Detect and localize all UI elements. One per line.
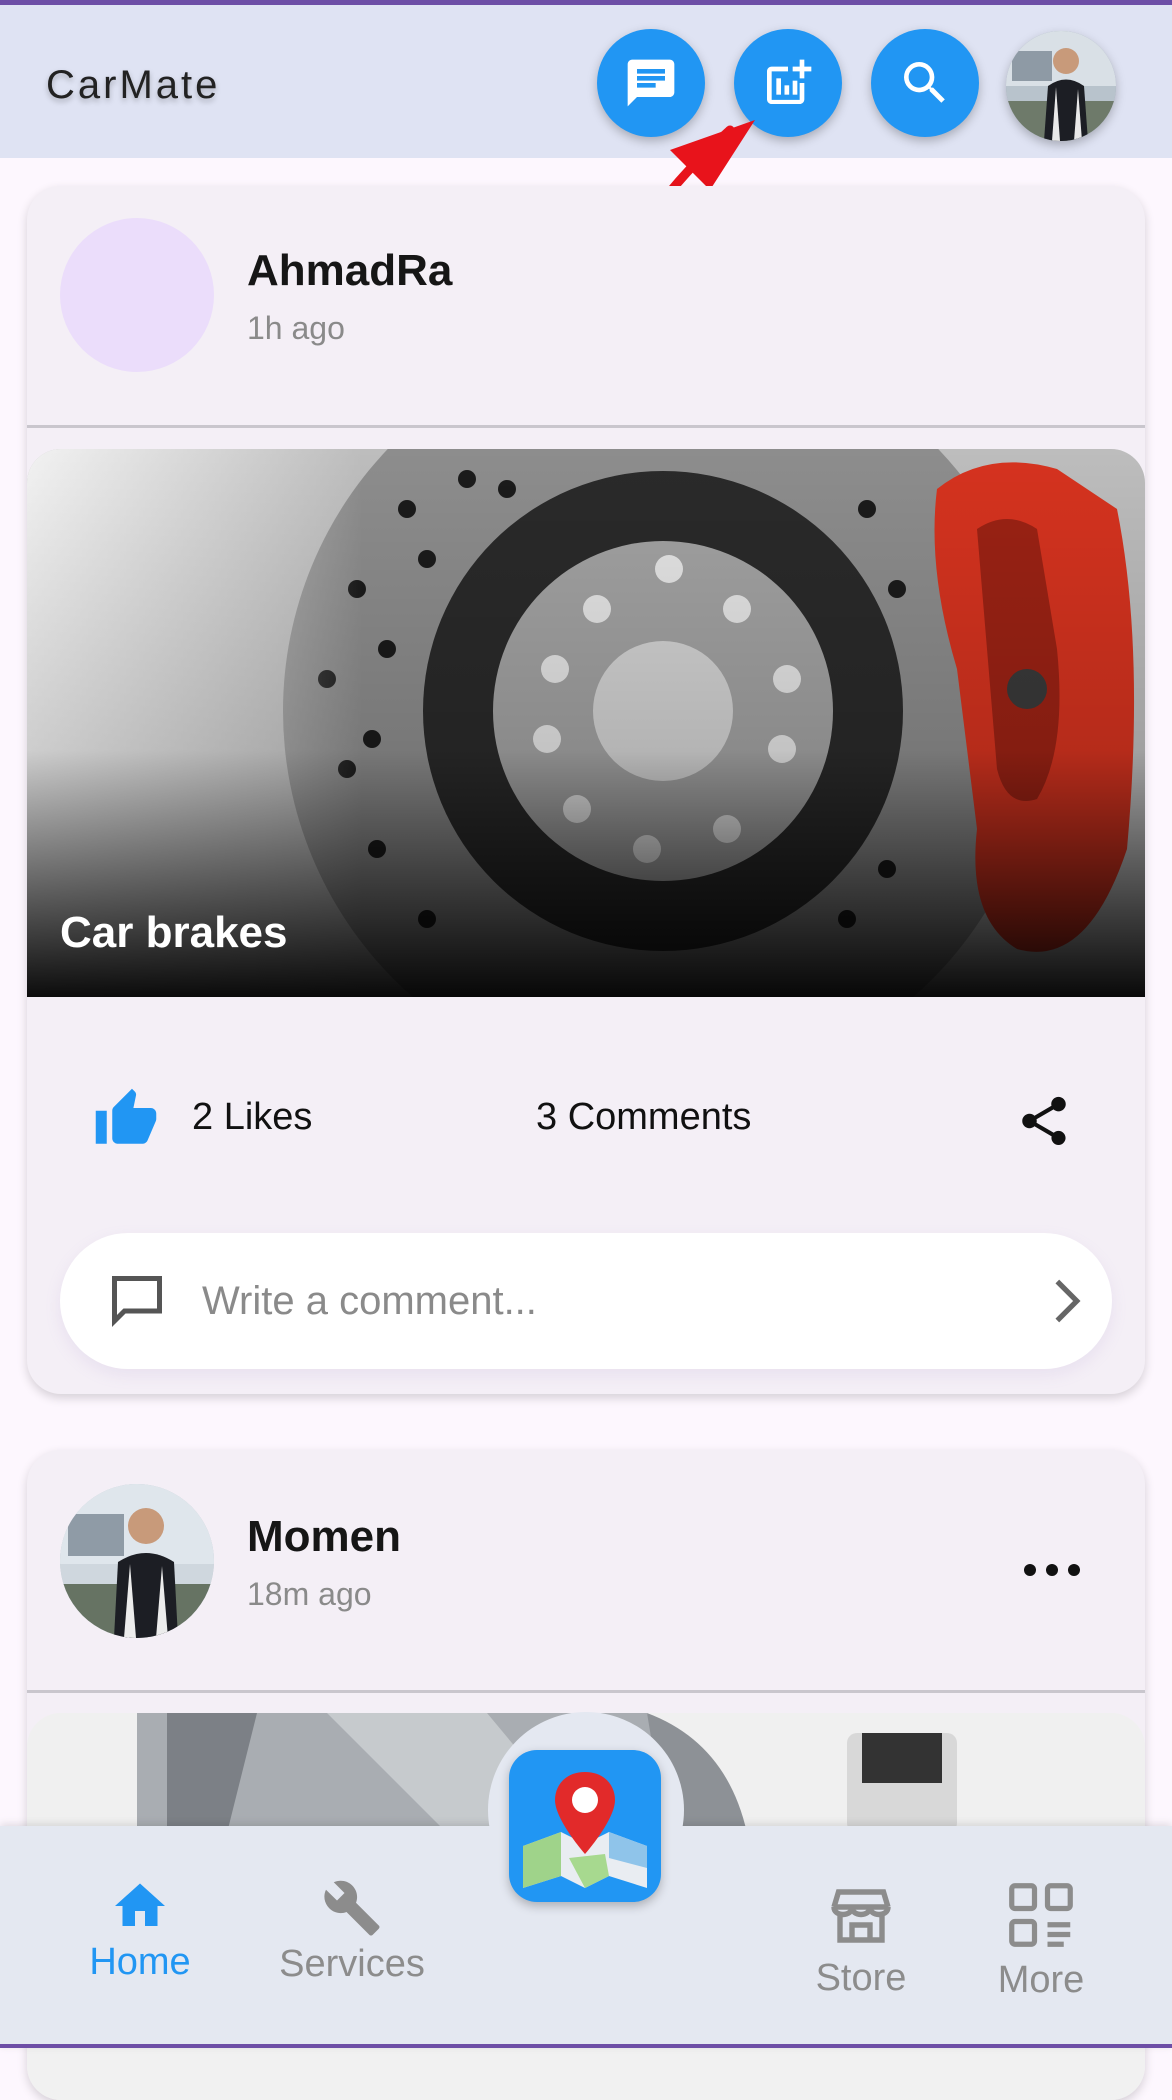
app-bar: CarMate [0, 5, 1172, 158]
nav-label: Services [279, 1943, 425, 1985]
add-chart-icon [767, 59, 812, 104]
divider [27, 1690, 1145, 1693]
post-stats: 2 Likes 3 Comments [27, 1076, 1145, 1166]
profile-avatar[interactable] [1006, 31, 1116, 141]
post-author[interactable]: Momen [247, 1512, 401, 1562]
polls-button[interactable] [734, 29, 842, 137]
avatar [60, 1484, 214, 1638]
avatar [1006, 31, 1116, 141]
nav-item-more[interactable]: More [986, 1876, 1096, 2002]
search-icon [904, 62, 945, 103]
search-button[interactable] [871, 29, 979, 137]
post-time: 18m ago [247, 1576, 372, 1612]
grid-icon [1009, 1883, 1073, 1947]
post-card: AhmadRa 1h ago Car brakes 2 Likes 3 Comm… [27, 186, 1145, 1394]
likes-count[interactable]: 2 Likes [192, 1096, 312, 1139]
nav-label: More [997, 1959, 1085, 2001]
more-options-icon[interactable] [1017, 1550, 1087, 1590]
nav-item-home[interactable]: Home [78, 1876, 202, 1984]
divider [27, 425, 1145, 428]
app-title: CarMate [46, 63, 221, 107]
nav-item-store[interactable]: Store [806, 1880, 916, 2000]
post-time: 1h ago [247, 310, 345, 346]
nav-item-services[interactable]: Services [270, 1878, 434, 1986]
home-icon [115, 1883, 165, 1926]
chevron-right-icon[interactable] [1040, 1273, 1092, 1329]
nav-label: Store [815, 1957, 907, 1999]
comment-composer [60, 1233, 1112, 1369]
thumb-up-icon[interactable] [93, 1086, 159, 1152]
wrench-icon [324, 1880, 380, 1936]
post-author[interactable]: AhmadRa [247, 246, 452, 296]
store-icon [831, 1889, 891, 1943]
chat-icon [627, 59, 675, 107]
comment-icon [112, 1276, 162, 1328]
nav-label: Home [89, 1941, 191, 1983]
comments-count[interactable]: 3 Comments [536, 1096, 751, 1139]
map-icon [523, 1772, 647, 1888]
author-avatar[interactable] [60, 218, 214, 372]
share-icon[interactable] [1015, 1092, 1073, 1150]
nav-accent-line [0, 2044, 1172, 2048]
post-caption: Car brakes [60, 908, 288, 957]
comment-input[interactable] [200, 1267, 964, 1335]
messages-button[interactable] [597, 29, 705, 137]
author-avatar[interactable] [60, 1484, 214, 1638]
map-button[interactable] [509, 1750, 661, 1902]
